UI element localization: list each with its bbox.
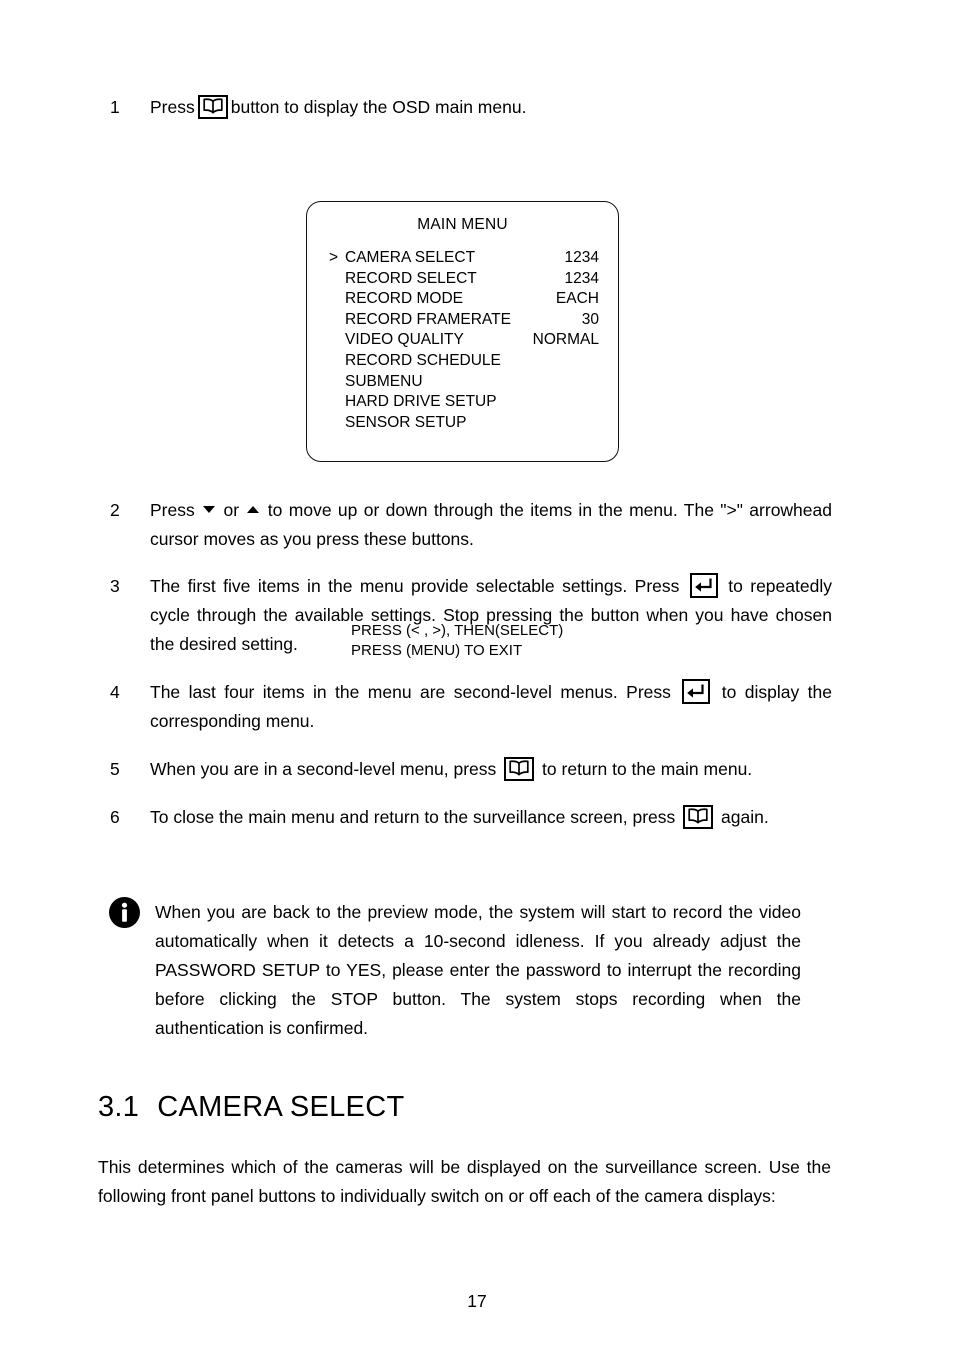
osd-menu-item-sensor-setup[interactable]: SENSOR SETUP bbox=[329, 414, 599, 435]
step-4-text: The last four items in the menu are seco… bbox=[150, 678, 832, 736]
step-3-text-before: The first five items in the menu provide… bbox=[150, 576, 680, 596]
osd-menu-item-record-framerate[interactable]: RECORD FRAMERATE 30 bbox=[329, 311, 599, 332]
step-4: 4 The last four items in the menu are se… bbox=[110, 678, 832, 736]
step-6-text-after: again. bbox=[721, 807, 769, 827]
osd-main-menu-box: MAIN MENU > CAMERA SELECT 1234 RECORD SE… bbox=[306, 201, 619, 659]
step-5-text-after: to return to the main menu. bbox=[542, 759, 753, 779]
step-2: 2 Press or to move up or down through th… bbox=[110, 496, 832, 554]
info-icon bbox=[107, 895, 142, 930]
osd-menu-item-value: 1234 bbox=[564, 269, 599, 287]
osd-menu-item-video-quality[interactable]: VIDEO QUALITY NORMAL bbox=[329, 331, 599, 352]
step-6-text: To close the main menu and return to the… bbox=[150, 803, 832, 832]
osd-menu-item-value: EACH bbox=[555, 290, 599, 308]
step-1-text-before: Press bbox=[150, 97, 195, 117]
triangle-up-icon bbox=[247, 506, 260, 513]
osd-menu-item-label: SUBMENU bbox=[345, 372, 423, 390]
step-1-text-after: button to display the OSD main menu. bbox=[230, 97, 527, 117]
section-title: CAMERA SELECT bbox=[157, 1091, 405, 1123]
section-heading: 3.1 CAMERA SELECT bbox=[98, 1091, 404, 1124]
osd-menu-item-label: HARD DRIVE SETUP bbox=[345, 393, 497, 411]
document-page: 1 Press button to display the OSD main me… bbox=[0, 0, 954, 1351]
osd-menu-item-record-schedule[interactable]: RECORD SCHEDULE bbox=[329, 352, 599, 373]
step-5: 5 When you are in a second-level menu, p… bbox=[110, 755, 832, 784]
step-5-text-before: When you are in a second-level menu, pre… bbox=[150, 759, 497, 779]
step-4-number: 4 bbox=[110, 682, 120, 702]
step-6-text-before: To close the main menu and return to the… bbox=[150, 807, 676, 827]
enter-key-icon bbox=[689, 573, 718, 598]
osd-menu-item-label: RECORD SELECT bbox=[345, 269, 477, 287]
osd-menu-item-submenu[interactable]: SUBMENU bbox=[329, 373, 599, 394]
osd-menu-item-label: RECORD MODE bbox=[345, 290, 463, 308]
menu-book-icon bbox=[683, 805, 714, 829]
osd-cursor-arrow: > bbox=[329, 249, 339, 266]
step-3-number: 3 bbox=[110, 576, 120, 596]
note-text: When you are back to the preview mode, t… bbox=[155, 902, 801, 1038]
step-5-text: When you are in a second-level menu, pre… bbox=[150, 755, 832, 784]
step-2-text-before: Press bbox=[150, 500, 195, 520]
osd-menu-item-value: NORMAL bbox=[532, 331, 599, 349]
osd-menu-item-label: RECORD FRAMERATE bbox=[345, 310, 511, 328]
step-4-text-before: The last four items in the menu are seco… bbox=[150, 682, 671, 702]
osd-menu-item-label: VIDEO QUALITY bbox=[345, 331, 464, 349]
section-number: 3.1 bbox=[98, 1091, 140, 1123]
osd-menu-title: MAIN MENU bbox=[417, 216, 508, 233]
osd-menu-list: > CAMERA SELECT 1234 RECORD SELECT 1234 … bbox=[329, 249, 599, 434]
step-3: 3 The first five items in the menu provi… bbox=[110, 572, 832, 659]
menu-book-icon bbox=[197, 95, 228, 119]
osd-menu-item-hard-drive-setup[interactable]: HARD DRIVE SETUP bbox=[329, 393, 599, 414]
step-3-text: The first five items in the menu provide… bbox=[150, 572, 832, 659]
triangle-down-icon bbox=[203, 506, 216, 513]
osd-menu-item-label: RECORD SCHEDULE bbox=[345, 351, 501, 369]
osd-menu-item-record-select[interactable]: RECORD SELECT 1234 bbox=[329, 270, 599, 291]
osd-menu-item-value: 30 bbox=[581, 310, 599, 328]
step-2-number: 2 bbox=[110, 500, 120, 520]
step-2-text: Press or to move up or down through the … bbox=[150, 496, 832, 554]
enter-key-icon bbox=[682, 679, 711, 704]
osd-menu-item-record-mode[interactable]: RECORD MODE EACH bbox=[329, 290, 599, 311]
osd-menu-item-value: 1234 bbox=[564, 249, 599, 266]
page-number: 17 bbox=[467, 1291, 487, 1311]
menu-book-icon bbox=[504, 757, 535, 781]
step-5-number: 5 bbox=[110, 759, 120, 779]
step-6-number: 6 bbox=[110, 807, 120, 827]
section-paragraph: This determines which of the cameras wil… bbox=[98, 1157, 831, 1206]
osd-menu-item-label: SENSOR SETUP bbox=[345, 413, 467, 431]
step-6: 6 To close the main menu and return to t… bbox=[110, 803, 832, 832]
osd-menu-item-label: CAMERA SELECT bbox=[345, 249, 476, 266]
step-1-number: 1 bbox=[110, 97, 120, 117]
osd-menu-item-camera-select[interactable]: > CAMERA SELECT 1234 bbox=[329, 249, 599, 270]
step-1: 1 Press button to display the OSD main me… bbox=[110, 93, 830, 122]
step-2-text-middle: or bbox=[223, 500, 240, 520]
step-1-text: Press button to display the OSD main menu… bbox=[150, 93, 830, 122]
